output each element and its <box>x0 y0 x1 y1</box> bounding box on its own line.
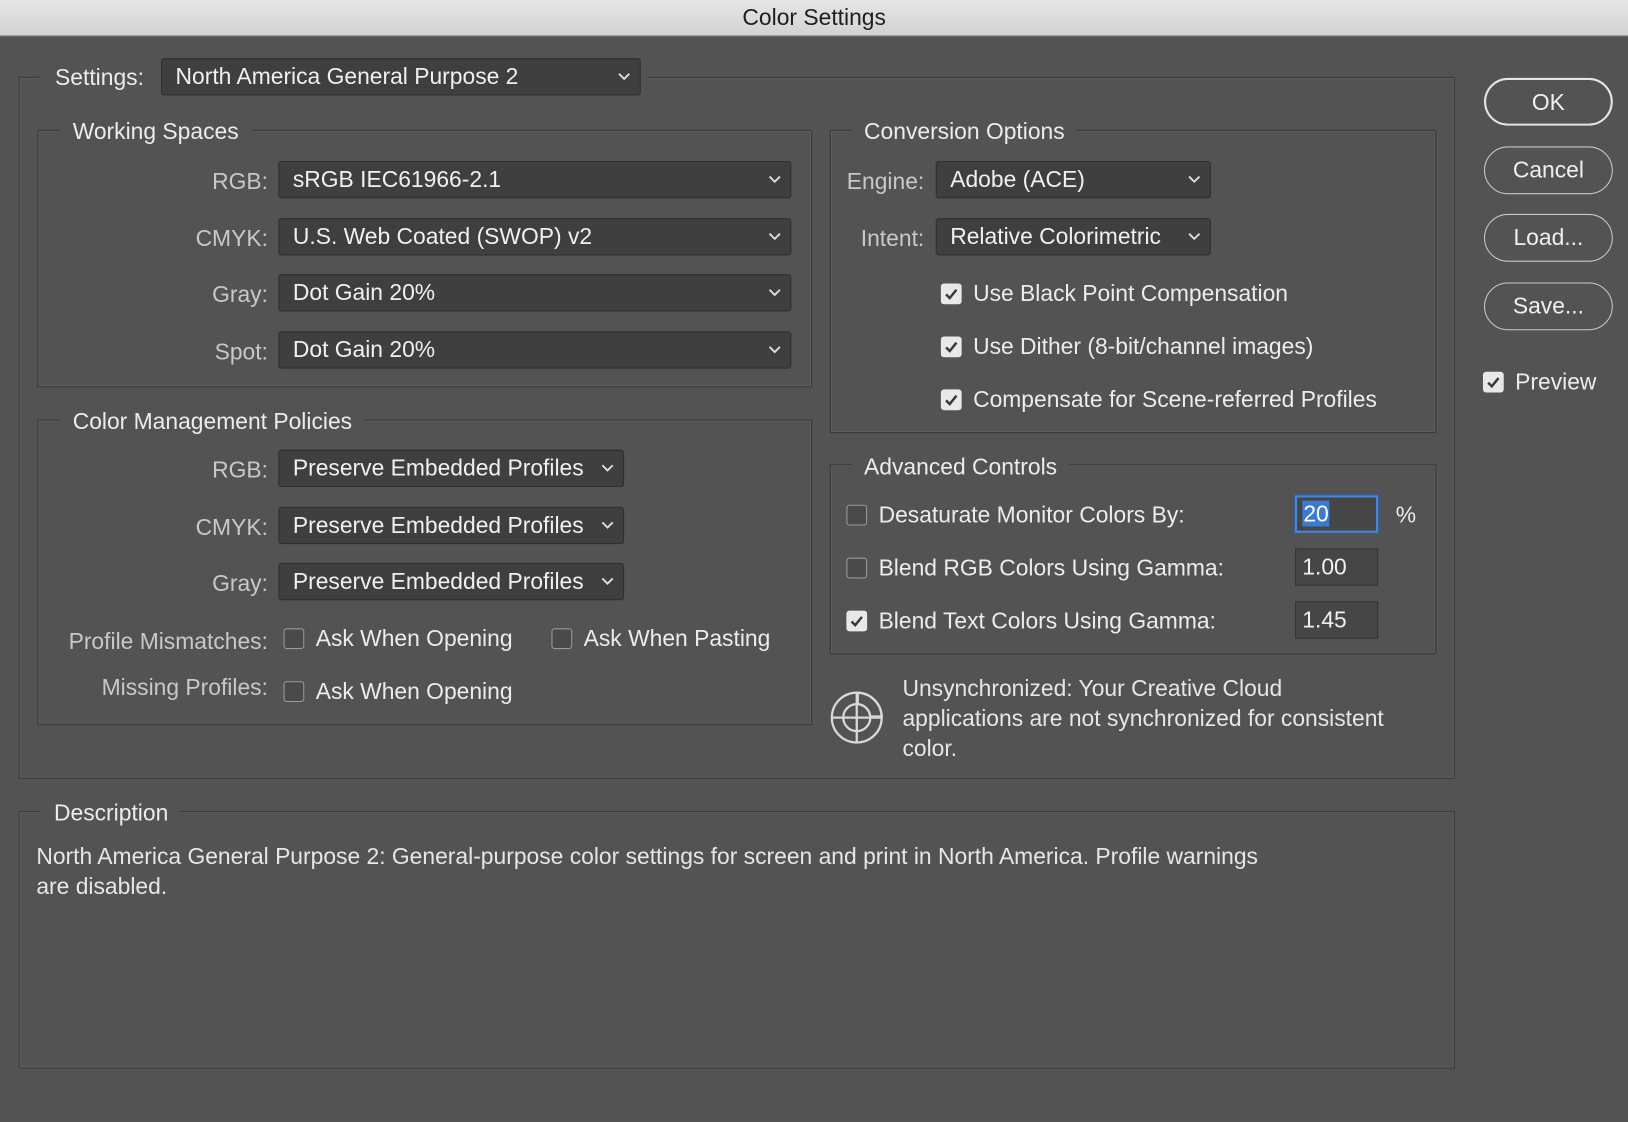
desaturate-checkbox[interactable] <box>846 504 868 526</box>
settings-dropdown[interactable]: North America General Purpose 2 <box>160 58 641 96</box>
preview-label: Preview <box>1515 368 1597 395</box>
chevron-down-icon <box>600 508 615 543</box>
desaturate-label: Desaturate Monitor Colors By: <box>878 501 1185 528</box>
policy-rgb-dropdown[interactable]: Preserve Embedded Profiles <box>278 449 625 488</box>
policy-gray-dropdown[interactable]: Preserve Embedded Profiles <box>278 562 625 601</box>
policies-legend: Color Management Policies <box>60 408 365 436</box>
engine-label: Engine: <box>846 168 925 195</box>
chevron-down-icon <box>1187 219 1202 254</box>
desaturate-value: 20 <box>1302 500 1330 527</box>
save-button[interactable]: Save... <box>1484 282 1613 331</box>
chevron-down-icon <box>767 162 782 197</box>
intent-label: Intent: <box>860 225 925 252</box>
dither-checkbox[interactable] <box>940 336 962 358</box>
preview-checkbox[interactable] <box>1482 371 1504 393</box>
sync-line-2: applications are not synchronized for co… <box>902 705 1384 732</box>
sync-line-3: color. <box>902 735 958 762</box>
intent-dropdown[interactable]: Relative Colorimetric <box>935 218 1211 256</box>
chevron-down-icon <box>600 451 615 486</box>
policy-rgb-label: RGB: <box>212 456 268 483</box>
blend-rgb-field[interactable]: 1.00 <box>1295 548 1379 586</box>
policy-gray-label: Gray: <box>212 570 268 597</box>
policy-cmyk-dropdown[interactable]: Preserve Embedded Profiles <box>278 506 625 545</box>
checkmark-icon <box>945 288 958 300</box>
ws-cmyk-dropdown[interactable]: U.S. Web Coated (SWOP) v2 <box>278 218 792 256</box>
ws-rgb-dropdown[interactable]: sRGB IEC61966-2.1 <box>278 160 792 199</box>
ws-rgb-value: sRGB IEC61966-2.1 <box>292 166 502 193</box>
ws-spot-dropdown[interactable]: Dot Gain 20% <box>278 331 792 369</box>
scene-referred-checkbox[interactable] <box>940 389 962 411</box>
color-settings-dialog: Color Settings Settings: North America G… <box>0 0 1628 1122</box>
ws-gray-label: Gray: <box>212 281 268 308</box>
black-point-label: Use Black Point Compensation <box>973 280 1289 307</box>
desaturate-unit: % <box>1395 501 1417 528</box>
black-point-checkbox[interactable] <box>940 283 962 305</box>
missing-ask-opening-checkbox[interactable] <box>283 681 305 703</box>
policy-gray-value: Preserve Embedded Profiles <box>292 568 584 595</box>
checkmark-icon <box>945 341 958 353</box>
mismatch-ask-pasting-label: Ask When Pasting <box>583 625 771 652</box>
desaturate-field[interactable]: 20 <box>1295 495 1379 533</box>
advanced-legend: Advanced Controls <box>851 453 1070 481</box>
scene-referred-label: Compensate for Scene-referred Profiles <box>973 386 1377 413</box>
blend-text-field[interactable]: 1.45 <box>1295 601 1379 639</box>
window-title: Color Settings <box>742 4 886 31</box>
checkmark-icon <box>850 616 863 628</box>
ws-cmyk-value: U.S. Web Coated (SWOP) v2 <box>292 223 593 250</box>
working-spaces-legend: Working Spaces <box>60 118 252 146</box>
settings-label: Settings: <box>55 64 144 91</box>
ok-button[interactable]: OK <box>1484 77 1613 126</box>
settings-dropdown-value: North America General Purpose 2 <box>175 63 519 90</box>
chevron-down-icon <box>767 219 782 254</box>
checkmark-icon <box>945 394 958 406</box>
mismatch-ask-pasting-checkbox[interactable] <box>551 628 573 650</box>
blend-rgb-label: Blend RGB Colors Using Gamma: <box>878 554 1224 581</box>
description-line-2: are disabled. <box>36 873 168 900</box>
title-bar: Color Settings <box>0 0 1628 37</box>
profile-mismatches-label: Profile Mismatches: <box>68 628 268 655</box>
engine-value: Adobe (ACE) <box>950 166 1085 193</box>
blend-text-checkbox[interactable] <box>846 610 868 632</box>
chevron-down-icon <box>767 332 782 367</box>
checkmark-icon <box>1487 377 1500 389</box>
policy-rgb-value: Preserve Embedded Profiles <box>292 454 584 481</box>
blend-rgb-checkbox[interactable] <box>846 557 868 579</box>
load-button[interactable]: Load... <box>1484 213 1613 262</box>
chevron-down-icon <box>617 59 632 94</box>
chevron-down-icon <box>1187 162 1202 197</box>
ws-gray-value: Dot Gain 20% <box>292 279 436 306</box>
description-legend: Description <box>41 799 181 827</box>
ws-spot-label: Spot: <box>214 338 268 365</box>
ws-gray-dropdown[interactable]: Dot Gain 20% <box>278 274 792 312</box>
sync-line-1: Unsynchronized: Your Creative Cloud <box>902 675 1283 701</box>
cancel-button[interactable]: Cancel <box>1484 146 1613 195</box>
sync-status-icon <box>829 687 887 745</box>
missing-profiles-label: Missing Profiles: <box>101 673 268 700</box>
ws-rgb-label: RGB: <box>212 168 268 195</box>
chevron-down-icon <box>767 275 782 310</box>
intent-value: Relative Colorimetric <box>950 223 1161 250</box>
engine-dropdown[interactable]: Adobe (ACE) <box>935 160 1211 199</box>
ws-spot-value: Dot Gain 20% <box>292 336 436 363</box>
chevron-down-icon <box>600 564 615 599</box>
mismatch-ask-opening-checkbox[interactable] <box>283 628 305 650</box>
ws-cmyk-label: CMYK: <box>195 225 268 252</box>
description-line-1: North America General Purpose 2: General… <box>36 843 1258 870</box>
policy-cmyk-label: CMYK: <box>195 514 268 541</box>
policy-cmyk-value: Preserve Embedded Profiles <box>292 511 584 538</box>
conversion-legend: Conversion Options <box>851 118 1078 146</box>
missing-ask-opening-label: Ask When Opening <box>315 678 513 705</box>
blend-text-label: Blend Text Colors Using Gamma: <box>878 607 1216 634</box>
mismatch-ask-opening-label: Ask When Opening <box>315 625 513 652</box>
dither-label: Use Dither (8-bit/channel images) <box>973 333 1314 360</box>
